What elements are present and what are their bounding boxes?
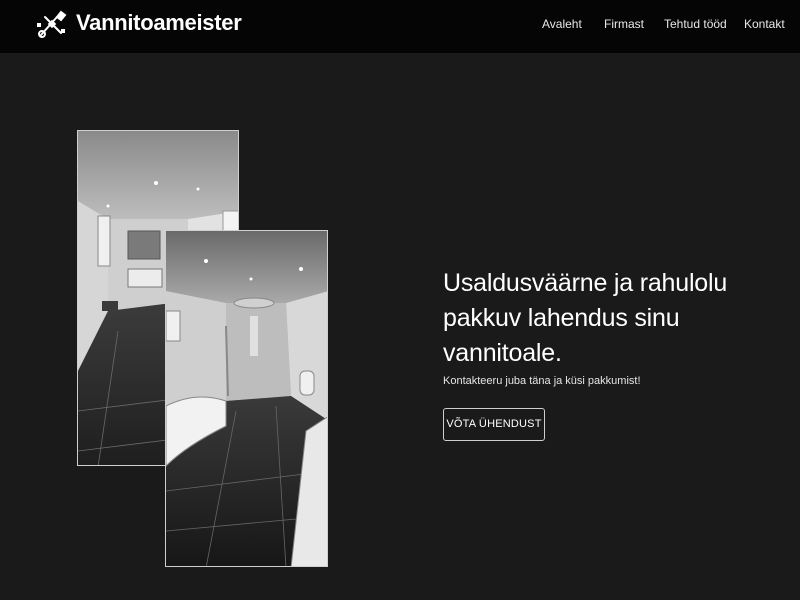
wrench-tools-icon[interactable] <box>35 7 69 41</box>
contact-us-button[interactable]: VÕTA ÜHENDUST <box>443 408 545 441</box>
nav-item-avaleht[interactable]: Avaleht <box>542 17 582 31</box>
nav-item-tehtud-tood[interactable]: Tehtud tööd <box>664 17 727 31</box>
brand-name[interactable]: Vannitoameister <box>76 10 242 36</box>
hero-subtitle: Kontakteeru juba täna ja küsi pakkumist! <box>443 375 641 387</box>
hero-title: Usaldusväärne ja rahulolu pakkuv lahendu… <box>443 269 728 367</box>
site-header: Vannitoameister Avaleht Firmast Tehtud t… <box>0 0 800 53</box>
nav-item-kontakt[interactable]: Kontakt <box>744 17 785 31</box>
nav-item-firmast[interactable]: Firmast <box>604 17 644 31</box>
bathroom-photo-bathtub <box>165 230 328 567</box>
